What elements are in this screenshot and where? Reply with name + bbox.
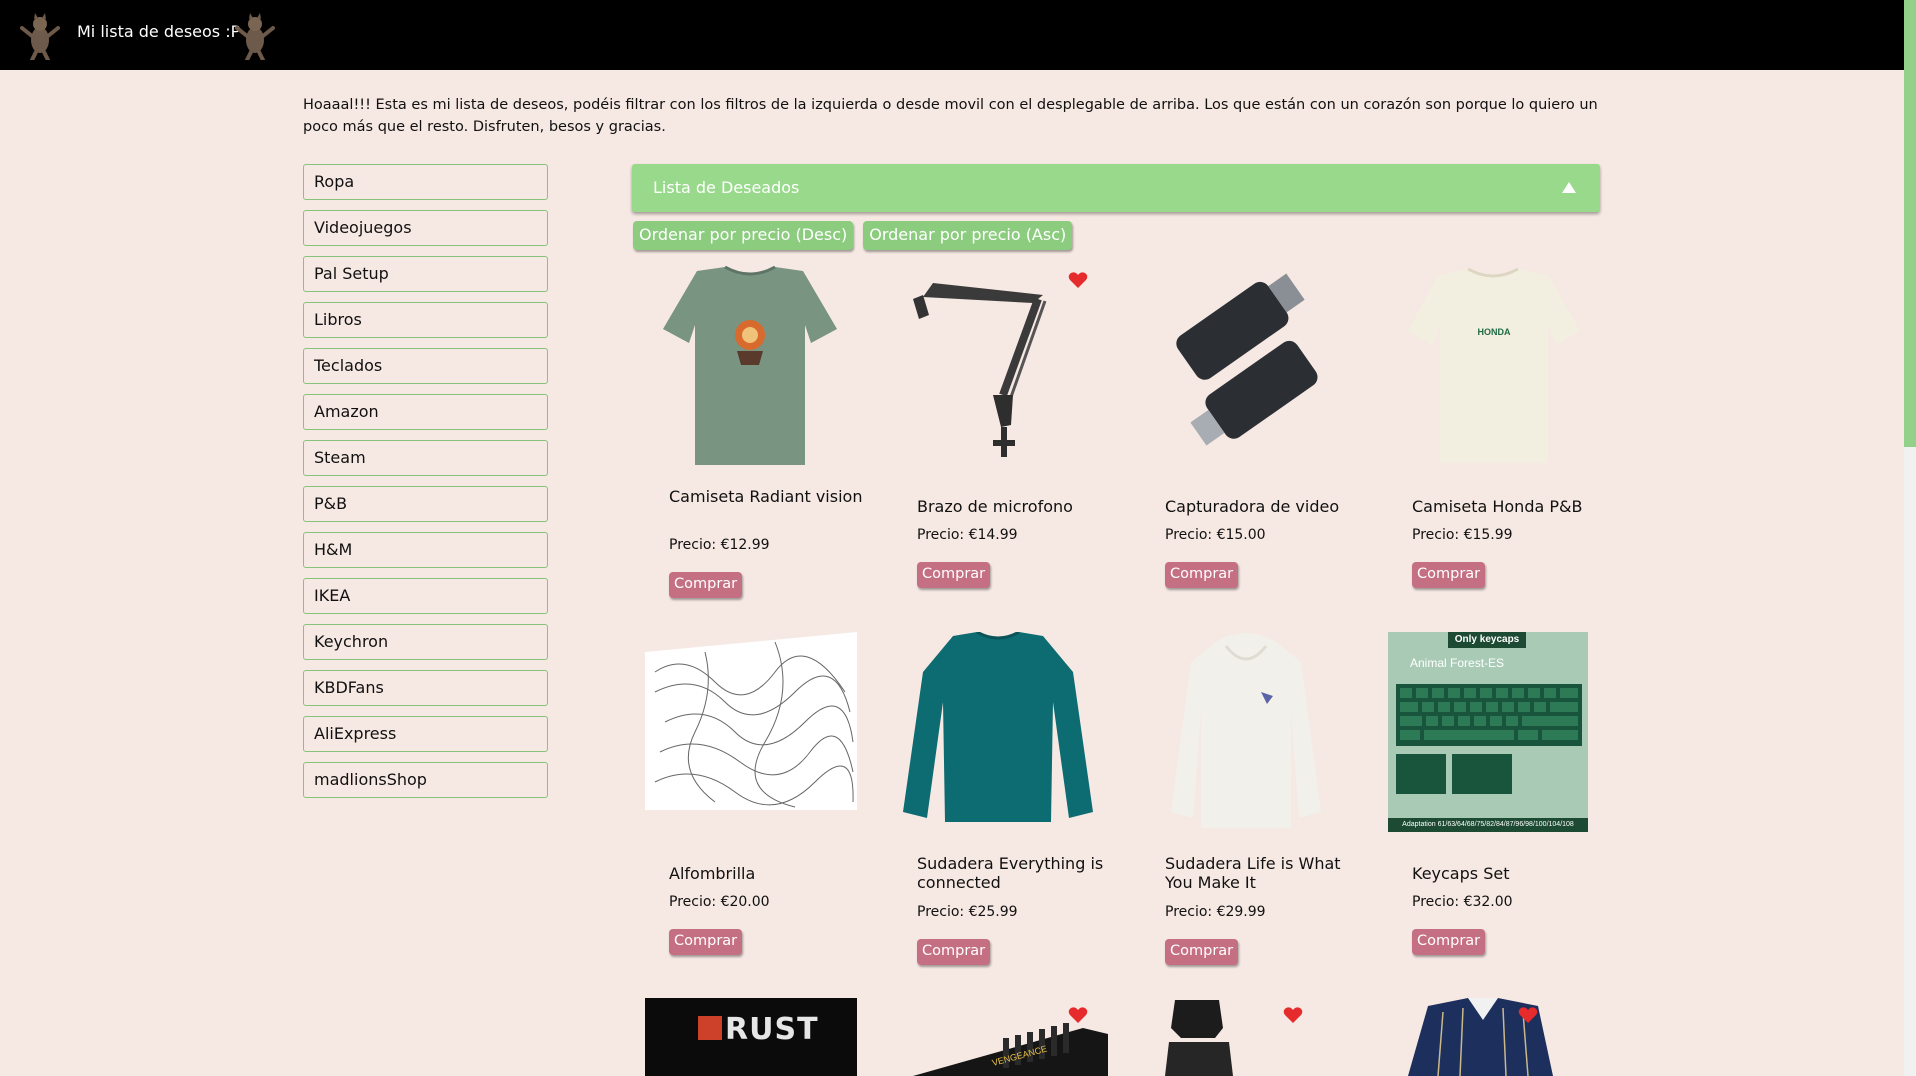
filter-keychron[interactable]: Keychron [303,624,548,660]
filter-hm[interactable]: H&M [303,532,548,568]
filter-madlionsshop[interactable]: madlionsShop [303,762,548,798]
filter-list: Ropa Videojuegos Pal Setup Libros Teclad… [303,164,548,808]
heart-icon [1518,1007,1538,1023]
hoodie-white-image [1171,633,1321,828]
sort-desc-button[interactable]: Ordenar por precio (Desc) [633,221,854,250]
filter-aliexpress[interactable]: AliExpress [303,716,548,752]
caret-up-icon [1562,182,1576,193]
product-name: Sudadera Everything is connected [917,854,1104,892]
buy-button[interactable]: Comprar [669,929,743,955]
sweatshirt-teal-image [903,632,1093,822]
filter-kbdfans[interactable]: KBDFans [303,670,548,706]
mic-arm-image [913,283,1047,457]
rust-game-image: RUST [645,998,857,1076]
heart-icon [1283,1007,1303,1023]
dancing-cat-icon [235,13,275,60]
product-price: Precio: €32.00 [1412,894,1513,910]
filter-amazon[interactable]: Amazon [303,394,548,430]
office-chair-image [1165,1000,1233,1076]
rust-logo-icon [698,1016,722,1040]
product-name: Camiseta Honda P&B [1412,497,1583,516]
filter-teclados[interactable]: Teclados [303,348,548,384]
buy-button[interactable]: Comprar [1412,562,1486,588]
filter-ikea[interactable]: IKEA [303,578,548,614]
keycaps-image: Only keycaps Animal Forest-ES Adaptation… [1388,632,1588,832]
filter-videojuegos[interactable]: Videojuegos [303,210,548,246]
buy-button[interactable]: Comprar [917,939,991,965]
heart-icon [1068,272,1088,288]
filter-libros[interactable]: Libros [303,302,548,338]
product-name: Capturadora de video [1165,497,1340,516]
product-card [1141,998,1371,1076]
keycaps-title: Animal Forest-ES [1410,656,1505,670]
buy-button[interactable]: Comprar [1165,939,1239,965]
wishlist-accordion[interactable]: Lista de Deseados [632,164,1600,212]
top-navbar: Mi lista de deseos :P [0,0,1904,70]
page-title: Mi lista de deseos :P [77,22,241,41]
product-price: Precio: €14.99 [917,527,1018,543]
sort-asc-button[interactable]: Ordenar por precio (Asc) [863,221,1073,250]
accordion-label: Lista de Deseados [653,178,800,197]
sort-buttons: Ordenar por precio (Desc) Ordenar por pr… [633,221,1073,250]
product-price: Precio: €25.99 [917,904,1018,920]
keycaps-badge: Only keycaps [1448,632,1526,648]
keycaps-footer: Adaptation 61/63/64/68/75/82/84/87/96/98… [1388,818,1588,832]
svg-text:HONDA: HONDA [1478,327,1511,337]
video-capture-image [1176,273,1318,446]
tshirt-green-image [663,265,837,465]
product-name: Keycaps Set [1412,864,1510,883]
rust-logo-text: RUST [725,1012,819,1047]
filter-pb[interactable]: P&B [303,486,548,522]
product-price: Precio: €20.00 [669,894,770,910]
buy-button[interactable]: Comprar [669,572,743,598]
buy-button[interactable]: Comprar [1165,562,1239,588]
keyboard-icon [1396,684,1582,794]
product-price: Precio: €29.99 [1165,904,1266,920]
product-name: Camiseta Radiant vision [669,487,863,506]
product-card [1388,998,1618,1076]
scrollbar-thumb[interactable] [1904,0,1916,447]
dancing-cat-icon [20,13,60,60]
product-name: Sudadera Life is What You Make It [1165,854,1341,892]
product-card: VENGEANCE [893,998,1123,1076]
buy-button[interactable]: Comprar [1412,929,1486,955]
product-name: Alfombrilla [669,864,756,883]
product-name: Brazo de microfono [917,497,1073,516]
filter-steam[interactable]: Steam [303,440,548,476]
product-price: Precio: €15.99 [1412,527,1513,543]
tshirt-white-image: HONDA [1408,267,1580,463]
product-price: Precio: €15.00 [1165,527,1266,543]
football-jersey-image [1408,998,1553,1076]
filter-pal-setup[interactable]: Pal Setup [303,256,548,292]
product-price: Precio: €12.99 [669,537,770,553]
intro-text: Hoaaal!!! Esta es mi lista de deseos, po… [303,97,1598,135]
mousepad-image [645,632,857,810]
filter-ropa[interactable]: Ropa [303,164,548,200]
product-card: RUST [645,998,875,1076]
heart-icon [1068,1007,1088,1023]
buy-button[interactable]: Comprar [917,562,991,588]
